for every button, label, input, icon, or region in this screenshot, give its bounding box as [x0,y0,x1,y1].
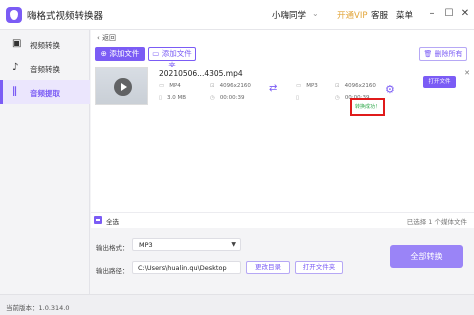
source-duration: ◷ 00:00:39 [210,95,245,101]
sidebar-item-audio-convert[interactable]: ♪ 音频转换 [0,56,90,80]
delete-all-label: 删除所有 [434,50,463,58]
change-directory-button[interactable]: 更改目录 [246,261,290,274]
settings-gear-icon[interactable]: ⚙ [385,84,397,96]
output-settings: 输出格式： MP3 ▼ 输出路径： C:\Users\hualin.qu\Des… [91,228,474,294]
output-path-label: 输出路径： [96,267,129,275]
convert-arrow-icon: ⇄ [269,83,278,94]
convert-all-button[interactable]: 全部转换 [390,245,463,268]
video-thumbnail[interactable] [95,67,148,105]
format-icon: ▭ [296,83,302,89]
source-format: ▭ MP4 [159,83,181,89]
sidebar-item-video-convert[interactable]: ▣ 视频转换 [0,32,90,56]
title-bar: 嗨格式视频转换器 小嗨同学 ⌄ 开通VIP 客服 菜单 – ☐ ✕ [0,0,474,30]
target-format: ▭ MP3 [296,83,318,89]
clock-icon: ◷ [210,95,215,101]
output-format-value: MP3 [139,241,153,249]
status-bar: 当前版本：1.0.314.0 [0,294,474,315]
clock-icon: ◷ [335,95,340,101]
size-icon: ▯ [296,95,300,101]
dropdown-arrow-icon: ▼ [231,241,236,248]
output-path-field[interactable]: C:\Users\hualin.qu\Desktop [132,261,241,274]
remove-file-icon[interactable]: ✕ [463,69,471,77]
resolution-icon: ⊡ [210,83,215,89]
target-format-value: MP3 [306,83,318,89]
target-size: ▯ [296,95,304,101]
maximize-icon[interactable]: ☐ [442,7,456,21]
audio-convert-icon: ♪ [12,62,19,73]
select-all-checkbox[interactable] [94,216,102,224]
add-file-label: 添加文件 [109,49,140,58]
open-folder-button[interactable]: 打开文件夹 [295,261,343,274]
main-panel: ‹ 返回 ⊕ 添加文件 ▭ 添加文件夹 🗑 删除所有 20210506...43… [91,30,474,294]
add-folder-button[interactable]: ▭ 添加文件夹 [148,47,196,70]
delete-all-button[interactable]: 🗑 删除所有 [419,47,467,61]
output-path-value: C:\Users\hualin.qu\Desktop [138,264,227,272]
sidebar-item-label: 音频转换 [30,65,60,74]
target-resolution: ⊡ 4096x2160 [335,83,376,89]
app-logo-icon [6,7,22,23]
selection-count: 已选择 1 个媒体文件 [406,218,467,226]
select-all-label[interactable]: 全选 [106,216,119,226]
format-icon: ▭ [159,83,165,89]
back-label: 返回 [102,34,117,42]
target-resolution-value: 4096x2160 [344,83,376,89]
app-title: 嗨格式视频转换器 [27,11,104,22]
select-all-bar: 全选 已选择 1 个媒体文件 [91,212,474,226]
play-icon[interactable] [114,78,132,96]
audio-extract-icon: ∥ [12,86,17,97]
video-convert-icon: ▣ [12,38,22,49]
version-text: 当前版本：1.0.314.0 [6,304,70,312]
back-button[interactable]: ‹ 返回 [97,33,116,43]
file-name: 20210506...4305.mp4 [159,69,243,78]
source-resolution-value: 4096x2160 [219,83,251,89]
open-file-button[interactable]: 打开文件 [423,76,456,88]
user-name[interactable]: 小嗨同学 [272,9,306,21]
sidebar: ▣ 视频转换 ♪ 音频转换 ∥ 音频提取 [0,30,90,294]
source-format-value: MP4 [169,83,181,89]
close-icon[interactable]: ✕ [458,7,472,21]
file-row: 20210506...4305.mp4 ▭ MP4 ⊡ 4096x2160 ▯ 3.0… [93,67,472,109]
size-icon: ▯ [159,95,163,101]
add-file-button[interactable]: ⊕ 添加文件 [95,47,145,61]
sidebar-item-label: 视频转换 [30,41,60,50]
source-duration-value: 00:00:39 [219,95,245,101]
conversion-success-status: 转换成功！ [350,98,385,116]
sidebar-item-audio-extract[interactable]: ∥ 音频提取 [0,80,90,104]
output-format-select[interactable]: MP3 ▼ [132,238,241,251]
resolution-icon: ⊡ [335,83,340,89]
source-size-value: 3.0 MB [167,95,187,101]
menu-button[interactable]: 菜单 [396,9,413,21]
sidebar-item-label: 音频提取 [30,89,60,98]
minimize-icon[interactable]: – [425,7,439,21]
output-format-label: 输出格式： [96,244,129,252]
customer-service-button[interactable]: 客服 [371,9,388,21]
source-size: ▯ 3.0 MB [159,95,186,101]
vip-button[interactable]: 开通VIP [337,9,367,21]
source-resolution: ⊡ 4096x2160 [210,83,251,89]
chevron-down-icon[interactable]: ⌄ [312,9,319,18]
